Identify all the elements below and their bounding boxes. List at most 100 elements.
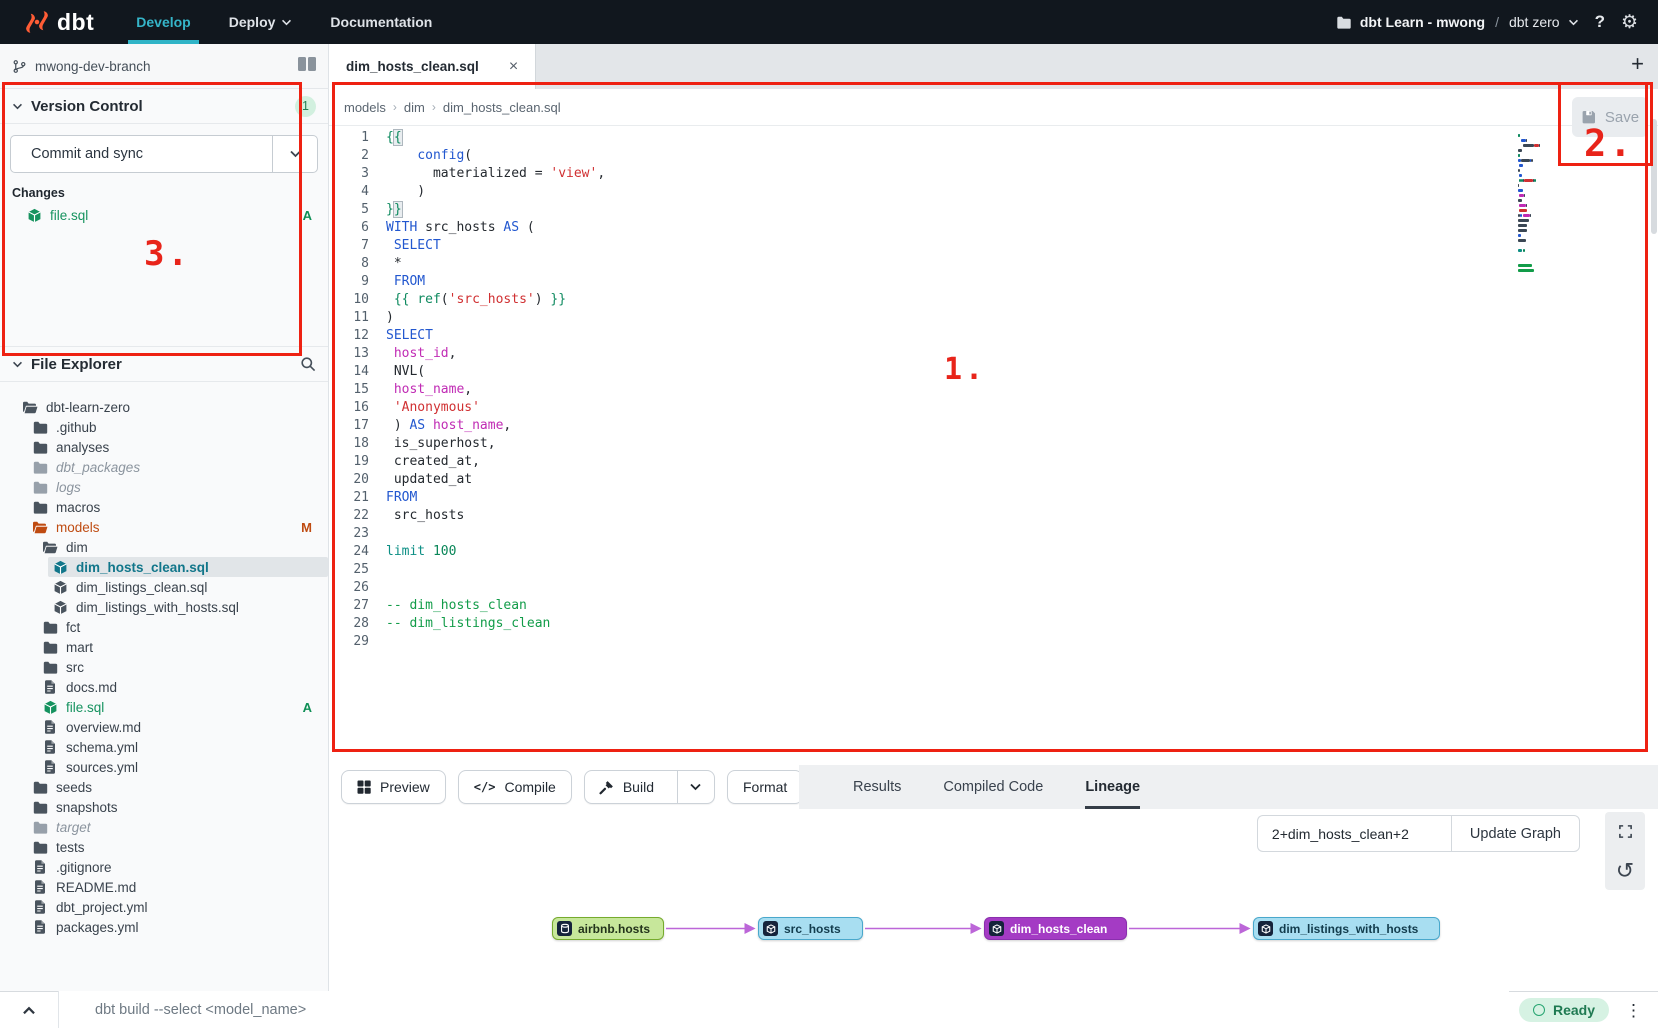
editor-minimap[interactable]: [1518, 133, 1552, 278]
tree-item[interactable]: seeds: [0, 777, 328, 797]
command-input[interactable]: [58, 991, 1509, 1028]
lineage-node-src_hosts[interactable]: src_hosts: [758, 917, 863, 940]
build-button[interactable]: Build: [585, 771, 668, 803]
code-line[interactable]: 11): [329, 309, 605, 327]
tree-item[interactable]: modelsM: [0, 517, 328, 537]
changed-file-row[interactable]: file.sql A: [0, 203, 328, 227]
tree-item[interactable]: tests: [0, 837, 328, 857]
file-explorer-header[interactable]: File Explorer: [0, 346, 328, 382]
code-line[interactable]: 29: [329, 633, 605, 651]
search-icon[interactable]: [300, 356, 316, 372]
code-line[interactable]: 12SELECT: [329, 327, 605, 345]
tree-item[interactable]: README.md: [0, 877, 328, 897]
account-switcher[interactable]: dbt Learn - mwong / dbt zero: [1336, 14, 1579, 30]
nav-documentation[interactable]: Documentation: [330, 0, 432, 44]
lineage-node-airbnb.hosts[interactable]: airbnb.hosts: [552, 917, 664, 940]
code-line[interactable]: 28-- dim_listings_clean: [329, 615, 605, 633]
compile-button[interactable]: </> Compile: [458, 770, 572, 804]
expand-console-button[interactable]: [0, 1006, 58, 1015]
tree-item[interactable]: sources.yml: [0, 757, 328, 777]
tree-item[interactable]: src: [0, 657, 328, 677]
update-graph-button[interactable]: Update Graph: [1451, 815, 1580, 852]
code-line[interactable]: 19 created_at,: [329, 453, 605, 471]
code-line[interactable]: 6WITH src_hosts AS (: [329, 219, 605, 237]
dbt-logo[interactable]: dbt: [24, 9, 94, 36]
code-line[interactable]: 4 ): [329, 183, 605, 201]
tree-item[interactable]: .github: [0, 417, 328, 437]
code-line[interactable]: 18 is_superhost,: [329, 435, 605, 453]
code-line[interactable]: 13 host_id,: [329, 345, 605, 363]
build-options-button[interactable]: [677, 771, 714, 803]
nav-develop[interactable]: Develop: [136, 0, 190, 44]
breadcrumb-models[interactable]: models: [344, 100, 386, 115]
lineage-node-dim_hosts_clean[interactable]: dim_hosts_clean: [984, 917, 1127, 940]
code-line[interactable]: 17 ) AS host_name,: [329, 417, 605, 435]
tree-item[interactable]: dim_listings_with_hosts.sql: [0, 597, 328, 617]
tree-item[interactable]: dim: [0, 537, 328, 557]
docs-reader-icon[interactable]: [298, 57, 316, 76]
code-line[interactable]: 20 updated_at: [329, 471, 605, 489]
preview-button[interactable]: Preview: [341, 770, 446, 804]
code-line[interactable]: 27-- dim_hosts_clean: [329, 597, 605, 615]
branch-name[interactable]: mwong-dev-branch: [35, 59, 151, 74]
tree-item[interactable]: packages.yml: [0, 917, 328, 937]
tab-dim-hosts-clean[interactable]: dim_hosts_clean.sql ×: [329, 44, 536, 89]
code-line[interactable]: 21FROM: [329, 489, 605, 507]
tree-item[interactable]: file.sqlA: [0, 697, 328, 717]
code-line[interactable]: 10 {{ ref('src_hosts') }}: [329, 291, 605, 309]
tree-item[interactable]: .gitignore: [0, 857, 328, 877]
code-line[interactable]: 5}}: [329, 201, 605, 219]
gear-icon[interactable]: ⚙: [1621, 13, 1638, 32]
commit-and-sync-button[interactable]: Commit and sync: [11, 136, 272, 172]
code-line[interactable]: 24limit 100: [329, 543, 605, 561]
code-line[interactable]: 8 *: [329, 255, 605, 273]
commit-options-button[interactable]: [272, 136, 317, 172]
code-line[interactable]: 16 'Anonymous': [329, 399, 605, 417]
kebab-menu-icon[interactable]: ⋮: [1625, 1002, 1642, 1019]
code-line[interactable]: 15 host_name,: [329, 381, 605, 399]
lineage-graph[interactable]: Update Graph ↺ airbnb.hosts src_hosts dim_…: [329, 809, 1658, 991]
tree-item[interactable]: docs.md: [0, 677, 328, 697]
tree-item[interactable]: fct: [0, 617, 328, 637]
tree-item[interactable]: mart: [0, 637, 328, 657]
help-icon[interactable]: ?: [1595, 12, 1605, 32]
tree-item[interactable]: dim_hosts_clean.sql: [0, 557, 328, 577]
tree-item[interactable]: macros: [0, 497, 328, 517]
nav-deploy[interactable]: Deploy: [229, 0, 293, 44]
code-line[interactable]: 23: [329, 525, 605, 543]
fullscreen-button[interactable]: [1605, 812, 1645, 851]
save-button[interactable]: Save: [1572, 97, 1648, 137]
tree-item[interactable]: dbt_packages: [0, 457, 328, 477]
tree-item[interactable]: dbt-learn-zero: [0, 397, 328, 417]
code-line[interactable]: 25: [329, 561, 605, 579]
tree-item[interactable]: overview.md: [0, 717, 328, 737]
code-line[interactable]: 7 SELECT: [329, 237, 605, 255]
tab-lineage[interactable]: Lineage: [1085, 765, 1140, 809]
code-area[interactable]: 1{{2 config(3 materialized = 'view',4 )5…: [329, 129, 605, 651]
code-line[interactable]: 1{{: [329, 129, 605, 147]
tab-results[interactable]: Results: [853, 765, 901, 809]
format-button[interactable]: Format: [727, 770, 803, 804]
close-icon[interactable]: ×: [509, 58, 518, 76]
code-line[interactable]: 26: [329, 579, 605, 597]
version-control-header[interactable]: Version Control 1: [0, 89, 328, 124]
tree-item[interactable]: logs: [0, 477, 328, 497]
code-line[interactable]: 22 src_hosts: [329, 507, 605, 525]
tree-item[interactable]: analyses: [0, 437, 328, 457]
new-tab-button[interactable]: +: [1631, 51, 1644, 77]
reset-view-button[interactable]: ↺: [1605, 851, 1645, 890]
tree-item[interactable]: dbt_project.yml: [0, 897, 328, 917]
breadcrumb-file[interactable]: dim_hosts_clean.sql: [443, 100, 561, 115]
tree-item[interactable]: target: [0, 817, 328, 837]
code-line[interactable]: 9 FROM: [329, 273, 605, 291]
lineage-selector-input[interactable]: [1257, 815, 1451, 852]
tree-item[interactable]: schema.yml: [0, 737, 328, 757]
tree-item[interactable]: snapshots: [0, 797, 328, 817]
editor-scrollbar[interactable]: [1651, 119, 1657, 234]
tab-compiled-code[interactable]: Compiled Code: [943, 765, 1043, 809]
lineage-node-dim_listings_with_hosts[interactable]: dim_listings_with_hosts: [1253, 917, 1440, 940]
breadcrumb-dim[interactable]: dim: [404, 100, 425, 115]
code-line[interactable]: 2 config(: [329, 147, 605, 165]
tree-item[interactable]: dim_listings_clean.sql: [0, 577, 328, 597]
code-line[interactable]: 3 materialized = 'view',: [329, 165, 605, 183]
